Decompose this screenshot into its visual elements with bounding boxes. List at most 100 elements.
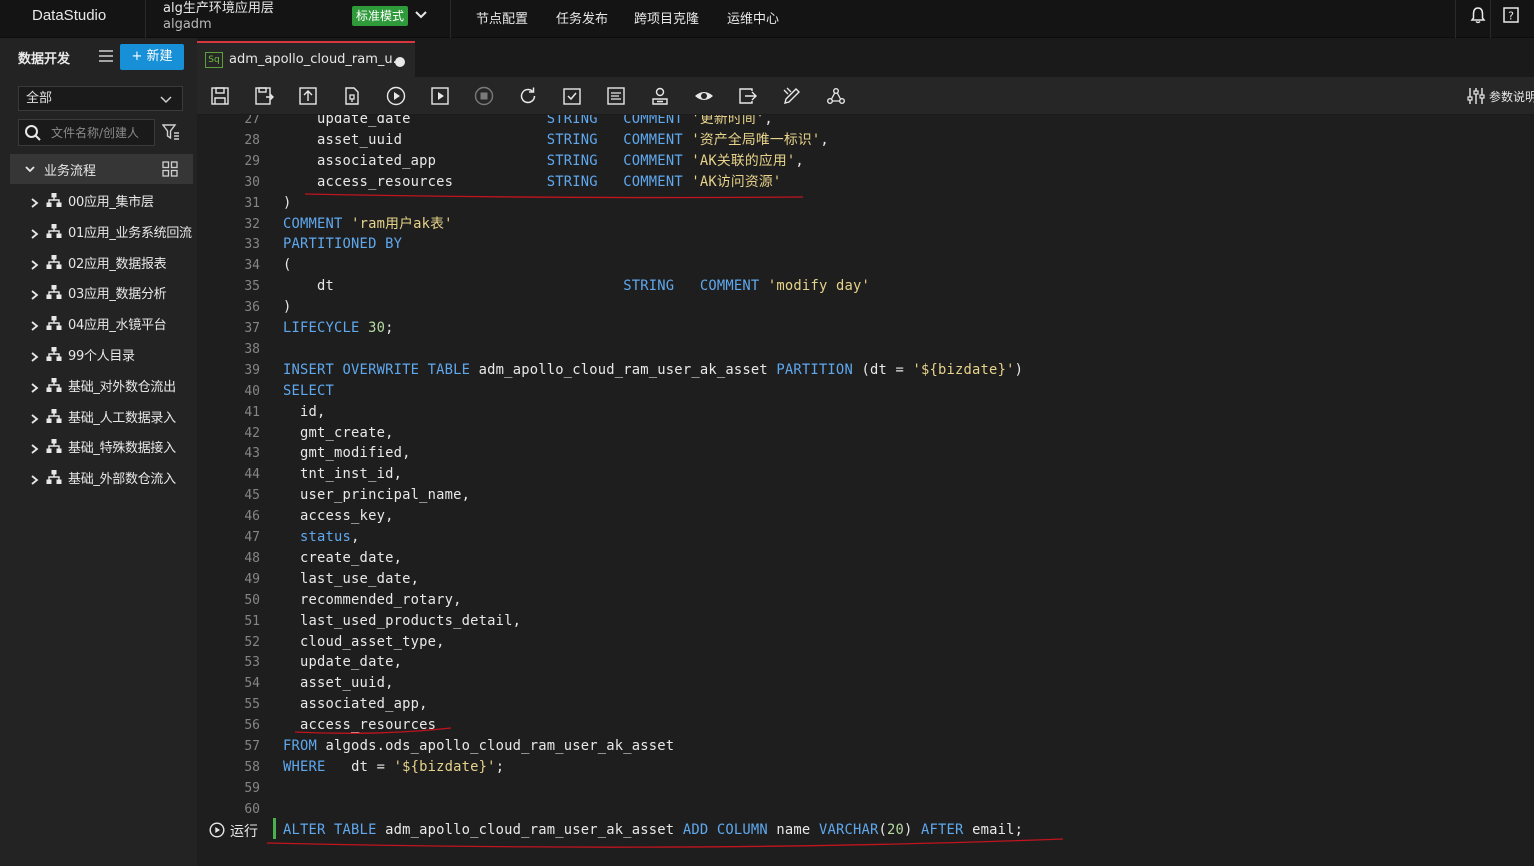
chevron-right-icon[interactable] [30, 256, 40, 270]
code-line[interactable]: LIFECYCLE 30; [283, 318, 394, 339]
code-line[interactable]: associated_app, [283, 694, 428, 715]
code-line[interactable]: user_principal_name, [283, 485, 470, 506]
submit-icon[interactable] [298, 86, 318, 106]
app-name[interactable]: DataStudio [32, 7, 106, 24]
unsaved-dot-icon[interactable] [395, 57, 405, 67]
code-line[interactable]: FROM algods.ods_apollo_cloud_ram_user_ak… [283, 736, 674, 757]
save-as-icon[interactable] [254, 86, 274, 106]
chevron-right-icon[interactable] [30, 348, 40, 362]
menu-icon[interactable] [98, 48, 114, 64]
tree-item-folder[interactable]: 00应用_集市层 [10, 185, 197, 215]
workflow-icon [46, 346, 62, 362]
line-number: 57 [244, 739, 260, 754]
stop-icon [474, 86, 494, 106]
format-icon[interactable] [606, 86, 626, 106]
code-line[interactable]: SELECT [283, 381, 334, 402]
filter-icon[interactable] [162, 123, 180, 141]
tree-item-folder[interactable]: 99个人目录 [10, 339, 197, 369]
preview-icon[interactable] [694, 86, 714, 106]
run-icon[interactable] [386, 86, 406, 106]
params-label[interactable]: 参数说明 [1489, 88, 1534, 105]
chevron-right-icon[interactable] [30, 410, 40, 424]
code-line[interactable]: access_resources [283, 715, 436, 736]
chevron-right-icon[interactable] [30, 440, 40, 455]
publish-icon[interactable] [738, 86, 758, 106]
tree-item-folder[interactable]: 基础_对外数仓流出 [10, 370, 197, 400]
code-line[interactable]: last_use_date, [283, 569, 419, 590]
code-line[interactable]: last_used_products_detail, [283, 611, 521, 632]
chevron-right-icon[interactable] [30, 286, 40, 301]
code-line[interactable]: status, [283, 527, 360, 548]
nav-task-publish[interactable]: 任务发布 [556, 8, 608, 27]
code-line[interactable]: gmt_create, [283, 423, 394, 444]
code-line[interactable]: ) [283, 297, 292, 318]
chevron-right-icon[interactable] [30, 194, 40, 208]
search-input[interactable] [51, 124, 151, 142]
code-line[interactable]: asset_uuid STRING COMMENT '资产全局唯一标识', [283, 130, 829, 151]
help-icon[interactable]: ? [1502, 6, 1520, 24]
code-line[interactable]: ( [283, 255, 292, 276]
chevron-down-icon[interactable] [414, 8, 428, 22]
new-button[interactable]: + 新建 [120, 44, 184, 70]
code-line[interactable]: associated_app STRING COMMENT 'AK关联的应用', [283, 151, 804, 172]
grid-view-icon[interactable] [162, 161, 178, 177]
lineage-icon[interactable] [826, 86, 846, 106]
code-line[interactable]: create_date, [283, 548, 402, 569]
code-line[interactable]: cloud_asset_type, [283, 632, 445, 653]
code-line[interactable]: asset_uuid, [283, 673, 394, 694]
code-line[interactable]: tnt_inst_id, [283, 464, 402, 485]
nav-cross-project-clone[interactable]: 跨项目克隆 [634, 8, 699, 27]
compile-icon[interactable] [342, 86, 362, 106]
bell-icon[interactable] [1469, 6, 1487, 24]
save-icon[interactable] [210, 86, 230, 106]
line-number: 59 [244, 780, 260, 796]
tree-item-label: 基础_特殊数据接入 [68, 441, 176, 457]
tree-item-folder[interactable]: 基础_人工数据录入 [10, 401, 197, 431]
code-line[interactable]: recommended_rotary, [283, 590, 462, 611]
run-statement-button[interactable]: 运行 [197, 818, 267, 842]
chevron-right-icon[interactable] [30, 471, 40, 485]
nav-node-config[interactable]: 节点配置 [476, 8, 528, 27]
tree-item-label: 基础_对外数仓流出 [68, 379, 176, 395]
code-editor[interactable]: 27 28 29 30 31 32 33 34 35 36 37 38 39 40 41 42 43 44 45 46… [197, 115, 1534, 866]
tree-item-folder[interactable]: 03应用_数据分析 [10, 277, 197, 307]
reload-icon[interactable] [518, 86, 538, 106]
code-line[interactable]: COMMENT 'ram用户ak表' [283, 214, 453, 235]
code-line[interactable]: ) [283, 193, 292, 214]
line-number: 47 [244, 530, 260, 545]
tree-item-folder[interactable]: 基础_外部数仓流入 [10, 462, 197, 492]
edit-icon[interactable] [782, 86, 802, 106]
play-circle-icon [209, 822, 225, 838]
chevron-right-icon[interactable] [30, 379, 40, 393]
code-line[interactable]: PARTITIONED BY [283, 234, 402, 255]
mode-badge[interactable]: 标准模式 [352, 6, 409, 26]
tree-item-folder[interactable]: 基础_特殊数据接入 [10, 431, 197, 461]
code-line[interactable]: access_key, [283, 506, 394, 527]
sql-file-icon: Sq [205, 52, 223, 68]
editor-tab-active[interactable]: Sq adm_apollo_cloud_ram_u... [197, 41, 415, 77]
nav-ops-center[interactable]: 运维中心 [727, 8, 779, 27]
run-with-params-icon[interactable] [430, 86, 450, 106]
project-name[interactable]: alg生产环境应用层 [163, 0, 274, 16]
code-line[interactable]: ALTER TABLE adm_apollo_cloud_ram_user_ak… [283, 820, 1023, 841]
owner-icon[interactable] [650, 86, 670, 106]
code-line[interactable]: id, [283, 402, 326, 423]
code-line[interactable]: access_resources STRING COMMENT 'AK访问资源' [283, 172, 781, 193]
line-number: 41 [244, 404, 260, 420]
code-line[interactable]: WHERE dt = '${bizdate}'; [283, 757, 504, 778]
line-number: 32 [244, 216, 260, 232]
code-line[interactable]: update_date STRING COMMENT '更新时间', [283, 115, 773, 130]
code-line[interactable]: dt STRING COMMENT 'modify day' [283, 276, 870, 297]
tree-root-business-flow[interactable]: 业务流程 [10, 154, 193, 184]
tree-item-folder[interactable]: 04应用_水镜平台 [10, 308, 197, 338]
chevron-right-icon[interactable] [30, 225, 40, 239]
chevron-right-icon[interactable] [30, 317, 40, 331]
params-icon[interactable] [1467, 87, 1485, 105]
scope-select[interactable]: 全部 [18, 86, 183, 111]
code-line[interactable]: update_date, [283, 652, 402, 673]
tree-item-folder[interactable]: 02应用_数据报表 [10, 247, 197, 277]
tree-item-folder[interactable]: 01应用_业务系统回流 [10, 216, 197, 246]
check-icon[interactable] [562, 86, 582, 106]
code-line[interactable]: gmt_modified, [283, 443, 411, 464]
code-line[interactable]: INSERT OVERWRITE TABLE adm_apollo_cloud_… [283, 360, 1023, 381]
